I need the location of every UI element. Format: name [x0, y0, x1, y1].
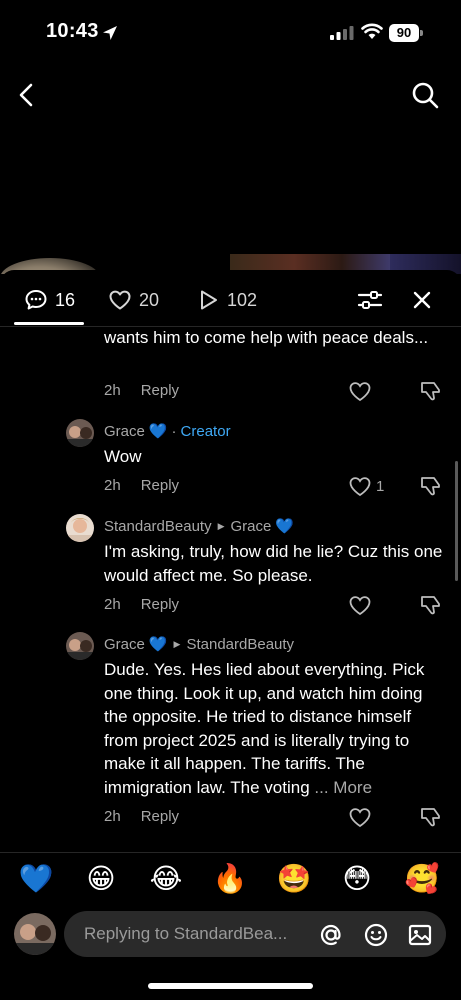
- tab-comments[interactable]: 16: [24, 288, 75, 312]
- mention-icon[interactable]: [318, 922, 344, 948]
- emoji-grin[interactable]: 😁: [83, 861, 119, 897]
- like-count: 1: [376, 477, 385, 495]
- emoji-fire[interactable]: 🔥: [212, 861, 248, 897]
- like-button[interactable]: [348, 380, 372, 402]
- comment-input[interactable]: Replying to StandardBea...: [64, 911, 446, 957]
- scrollbar-thumb[interactable]: [455, 461, 458, 581]
- comment-input-placeholder: Replying to StandardBea...: [84, 924, 288, 943]
- active-tab-indicator: [14, 322, 84, 325]
- comment-author[interactable]: StandardBeauty: [104, 518, 212, 535]
- reply-button[interactable]: Reply: [141, 382, 179, 399]
- comment-tab-bar: 16 20 102: [0, 270, 461, 327]
- heart-icon: [109, 290, 131, 310]
- reply-button[interactable]: Reply: [141, 808, 179, 825]
- cellular-signal-icon: [330, 26, 354, 40]
- comment-text: Wow: [104, 447, 142, 466]
- comment-time: 2h: [104, 808, 121, 825]
- likes-count: 20: [139, 289, 160, 310]
- comment-time: 2h: [104, 477, 121, 494]
- more-button[interactable]: ... More: [314, 778, 372, 797]
- emoji-star-struck[interactable]: 🤩: [276, 861, 312, 897]
- blue-heart-emoji: 💙: [275, 518, 295, 535]
- plays-count: 102: [227, 289, 258, 310]
- avatar[interactable]: [66, 419, 94, 447]
- play-icon: [201, 290, 217, 310]
- reply-to-user[interactable]: Grace: [231, 518, 272, 535]
- comment-meta: 2h Reply: [104, 382, 179, 399]
- comment-header: Grace 💙 ▶ StandardBeauty: [104, 635, 294, 654]
- comment-author[interactable]: Grace: [104, 423, 145, 440]
- comment-header: StandardBeauty ▶ Grace 💙: [104, 517, 295, 536]
- home-indicator[interactable]: [148, 983, 313, 989]
- comment-meta: 2h Reply: [104, 808, 179, 825]
- like-button[interactable]: [348, 806, 372, 828]
- separator-dot: ·: [171, 422, 177, 440]
- tab-plays[interactable]: 102: [196, 288, 257, 312]
- location-arrow-icon: [103, 26, 117, 40]
- image-picker-icon[interactable]: [407, 922, 433, 948]
- comment-text: Dude. Yes. Hes lied about everything. Pi…: [104, 658, 449, 799]
- comment-meta: 2h Reply: [104, 477, 179, 494]
- comment-bubble-icon: [25, 290, 47, 310]
- reply-arrow-icon: ▶: [217, 520, 225, 531]
- close-button[interactable]: [408, 286, 436, 314]
- emoji-smiling-hearts[interactable]: 🥰: [404, 861, 440, 897]
- emoji-quick-bar: 💙 😁 😂 🔥 🤩 😳 🥰: [0, 852, 461, 904]
- emoji-flushed[interactable]: 😳: [339, 861, 375, 897]
- dislike-button[interactable]: [420, 594, 442, 616]
- comments-list[interactable]: wants him to come help with peace deals.…: [0, 327, 461, 847]
- comment-body: Dude. Yes. Hes lied about everything. Pi…: [104, 660, 425, 797]
- emoji-tears-of-joy[interactable]: 😂: [148, 861, 184, 897]
- wifi-icon: [361, 23, 383, 39]
- avatar[interactable]: [66, 632, 94, 660]
- blue-heart-emoji: 💙: [148, 636, 168, 653]
- emoji-picker-icon[interactable]: [363, 922, 389, 948]
- battery-indicator: 90: [389, 24, 423, 42]
- battery-tip: [420, 30, 423, 36]
- status-bar: 10:43 90: [0, 0, 461, 62]
- like-button[interactable]: [348, 594, 372, 616]
- reply-arrow-icon: ▶: [173, 638, 181, 649]
- comment-header: Grace 💙 · Creator: [104, 422, 231, 441]
- dislike-button[interactable]: [420, 475, 442, 497]
- heart-icon: [349, 477, 371, 497]
- comments-count: 16: [55, 289, 76, 310]
- emoji-blue-heart[interactable]: 💙: [18, 861, 54, 897]
- comment-time: 2h: [104, 596, 121, 613]
- blue-heart-emoji: 💙: [148, 423, 168, 440]
- battery-level: 90: [389, 24, 419, 42]
- tab-likes[interactable]: 20: [108, 288, 159, 312]
- filter-button[interactable]: [356, 286, 384, 314]
- comment-time: 2h: [104, 382, 121, 399]
- comment-text: wants him to come help with peace deals.…: [104, 328, 429, 347]
- avatar[interactable]: [66, 514, 94, 542]
- status-time: 10:43: [46, 20, 99, 42]
- reply-button[interactable]: Reply: [141, 477, 179, 494]
- comment-meta: 2h Reply: [104, 596, 179, 613]
- dislike-button[interactable]: [420, 806, 442, 828]
- comment-author[interactable]: Grace: [104, 636, 145, 653]
- user-avatar: [14, 913, 56, 955]
- dislike-button[interactable]: [420, 380, 442, 402]
- like-button[interactable]: 1: [348, 475, 388, 497]
- back-button[interactable]: [12, 80, 42, 110]
- reply-button[interactable]: Reply: [141, 596, 179, 613]
- creator-badge: Creator: [180, 422, 231, 440]
- comment-text: I'm asking, truly, how did he lie? Cuz t…: [104, 542, 443, 585]
- search-button[interactable]: [410, 80, 440, 110]
- reply-to-user[interactable]: StandardBeauty: [186, 636, 294, 653]
